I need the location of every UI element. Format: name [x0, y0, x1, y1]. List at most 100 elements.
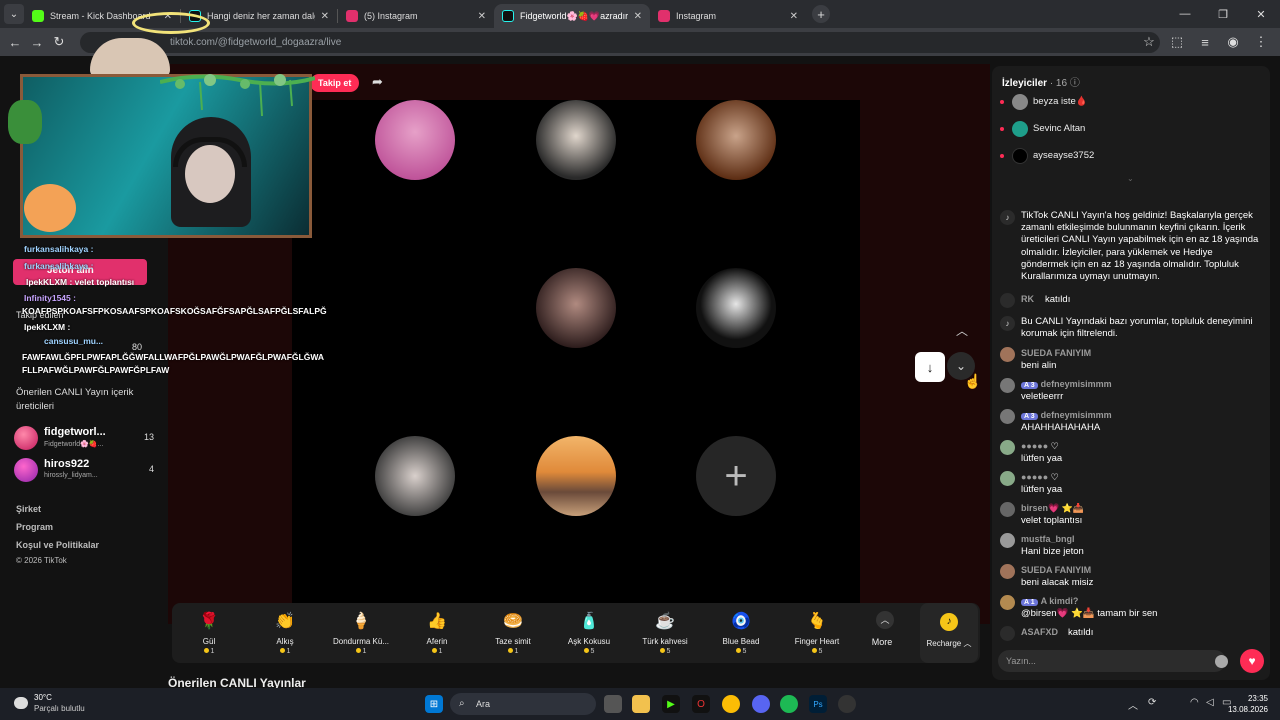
- overlay-chat-line: furkansalihkaya :: [24, 244, 93, 254]
- close-icon[interactable]: ✕: [321, 11, 329, 22]
- gift-item[interactable]: 🫰 Finger Heart 5: [782, 609, 852, 655]
- footer-link-terms[interactable]: Koşul ve Politikalar: [16, 540, 99, 550]
- creator-item[interactable]: fidgetworl... Fidgetworld🌸🍓... 13: [14, 426, 154, 454]
- tab-tiktok-live[interactable]: Fidgetworld🌸🍓💗azradır ✕: [494, 4, 650, 28]
- weather-desc: Parçalı bulutlu: [34, 704, 85, 713]
- recharge-button[interactable]: ♪ Recharge ︿: [920, 603, 978, 663]
- sync-icon[interactable]: ⟳: [1148, 697, 1156, 708]
- chat-username[interactable]: SUEDA FANIYIM: [1021, 348, 1091, 358]
- gift-item[interactable]: 🧿 Blue Bead 5: [706, 609, 776, 655]
- chat-input[interactable]: Yazın...: [998, 650, 1226, 672]
- maximize-icon[interactable]: ❐: [1204, 0, 1242, 28]
- windows-start-icon[interactable]: ⊞: [425, 695, 443, 713]
- guest-avatar[interactable]: [536, 100, 616, 180]
- wifi-icon[interactable]: ◠: [1190, 697, 1199, 708]
- add-guest-button[interactable]: +: [696, 436, 776, 516]
- task-view-icon[interactable]: [604, 695, 622, 713]
- close-icon[interactable]: ✕: [790, 11, 798, 22]
- address-bar[interactable]: tiktok.com/@fidgetworld_dogaazra/live: [80, 32, 1160, 53]
- expand-chevron-icon[interactable]: ⌄: [1127, 174, 1134, 183]
- taskbar-search[interactable]: ⌕ Ara: [450, 693, 596, 715]
- close-icon[interactable]: ✕: [634, 11, 642, 22]
- gift-item[interactable]: 🧴 Aşk Kokusu 5: [554, 609, 624, 655]
- media-icon[interactable]: ≡: [1194, 31, 1216, 53]
- more-gifts-button[interactable]: ︿ More: [872, 611, 898, 647]
- coin-icon: [279, 648, 285, 653]
- menu-icon[interactable]: ⋮: [1250, 31, 1272, 53]
- steam-icon[interactable]: [838, 695, 856, 713]
- volume-icon[interactable]: ◁: [1206, 697, 1214, 708]
- viewer-item[interactable]: Sevinc Altan: [1000, 120, 1200, 138]
- gift-price: 5: [590, 648, 595, 655]
- viewer-item[interactable]: ayseayse3752: [1000, 147, 1200, 165]
- coin-icon: [203, 648, 209, 653]
- avatar: [1000, 595, 1015, 610]
- recharge-label: Recharge: [926, 639, 962, 648]
- info-icon[interactable]: ⓘ: [1070, 78, 1080, 89]
- overlay-chat-line: FLLPAFWĞLPAWFĞLPAWFĞPLFAW: [22, 365, 169, 375]
- chat-text: beni alin: [1021, 360, 1057, 371]
- tab-instagram-2[interactable]: Instagram ✕: [650, 4, 806, 28]
- kick-app-icon[interactable]: ▶: [662, 695, 680, 713]
- gift-item[interactable]: 🍦 Dondurma Kü... 1: [326, 609, 396, 655]
- guest-avatar[interactable]: [696, 268, 776, 348]
- footer-link-company[interactable]: Şirket: [16, 504, 41, 514]
- chat-username[interactable]: defneymisimmm: [1041, 410, 1112, 420]
- gift-item[interactable]: 🌹 Gül 1: [174, 609, 244, 655]
- hand-cursor-icon: ☝: [964, 373, 982, 389]
- gift-item[interactable]: 👏 Alkış 1: [250, 609, 320, 655]
- tab-search-button[interactable]: ⌄: [4, 4, 24, 24]
- creator-item[interactable]: hiros922 hirossly_lidyam... 4: [14, 458, 154, 486]
- forward-icon[interactable]: →: [26, 31, 48, 53]
- chat-username[interactable]: SUEDA FANIYIM: [1021, 565, 1091, 575]
- heart-button[interactable]: ♥: [1240, 649, 1264, 673]
- share-icon[interactable]: ➦: [372, 74, 383, 90]
- profile-icon[interactable]: ◉: [1222, 31, 1244, 53]
- minimize-icon[interactable]: —: [1166, 0, 1204, 28]
- chat-username[interactable]: mustfa_bngl: [1021, 534, 1075, 544]
- tray-chevron-icon[interactable]: ︿: [1128, 697, 1138, 712]
- window-close-icon[interactable]: ✕: [1242, 0, 1280, 28]
- footer-link-program[interactable]: Program: [16, 522, 53, 532]
- overlay-username: furkansalihkaya :: [24, 261, 94, 271]
- star-icon[interactable]: ☆: [1138, 31, 1160, 53]
- emoji-icon[interactable]: [1215, 655, 1228, 668]
- close-icon[interactable]: ✕: [478, 11, 486, 22]
- gift-item[interactable]: 🥯 Taze simit 1: [478, 609, 548, 655]
- guest-avatar[interactable]: [536, 268, 616, 348]
- chat-username[interactable]: ●●●●● ♡: [1021, 441, 1059, 452]
- chat-username[interactable]: A kimdi?: [1041, 596, 1079, 606]
- spotify-icon[interactable]: [780, 695, 798, 713]
- chat-username[interactable]: ●●●●● ♡: [1021, 472, 1059, 483]
- chat-username[interactable]: ASAFXD: [1021, 627, 1058, 637]
- back-icon[interactable]: ←: [4, 31, 26, 53]
- chat-username[interactable]: RK: [1021, 294, 1034, 304]
- taskbar-clock[interactable]: 23:35 13.08.2026: [1228, 693, 1268, 715]
- guest-avatar[interactable]: [375, 436, 455, 516]
- chevron-up-icon[interactable]: ︿: [956, 322, 968, 339]
- chat-text: AHAHHAHAHAHA: [1021, 422, 1101, 433]
- guest-avatar[interactable]: [375, 100, 455, 180]
- chat-username[interactable]: defneymisimmm: [1041, 379, 1112, 389]
- suggested-title: Önerilen CANLI Yayın içerik üreticileri: [16, 387, 134, 412]
- avatar: [1012, 148, 1028, 164]
- gift-item[interactable]: 👍 Aferin 1: [402, 609, 472, 655]
- scroll-down-button[interactable]: ↓: [915, 352, 945, 382]
- chat-username[interactable]: birsen💗 ⭐📥: [1021, 503, 1084, 514]
- tab-instagram-1[interactable]: (5) Instagram ✕: [338, 4, 494, 28]
- discord-icon[interactable]: [752, 695, 770, 713]
- guest-avatar[interactable]: [696, 100, 776, 180]
- guest-avatar[interactable]: [536, 436, 616, 516]
- viewer-item[interactable]: beyza iste🩸: [1000, 93, 1200, 111]
- chevron-down-icon: ⌄: [955, 359, 967, 373]
- reload-icon[interactable]: ↻: [48, 31, 70, 53]
- photoshop-icon[interactable]: Ps: [809, 695, 827, 713]
- new-tab-button[interactable]: +: [812, 5, 830, 23]
- chrome-icon[interactable]: [722, 695, 740, 713]
- opera-icon[interactable]: O: [692, 695, 710, 713]
- file-explorer-icon[interactable]: [632, 695, 650, 713]
- extensions-icon[interactable]: ⬚: [1166, 31, 1188, 53]
- chat-text: lütfen yaa: [1021, 453, 1063, 464]
- gift-item[interactable]: ☕ Türk kahvesi 5: [630, 609, 700, 655]
- follow-button[interactable]: Takip et: [310, 74, 360, 92]
